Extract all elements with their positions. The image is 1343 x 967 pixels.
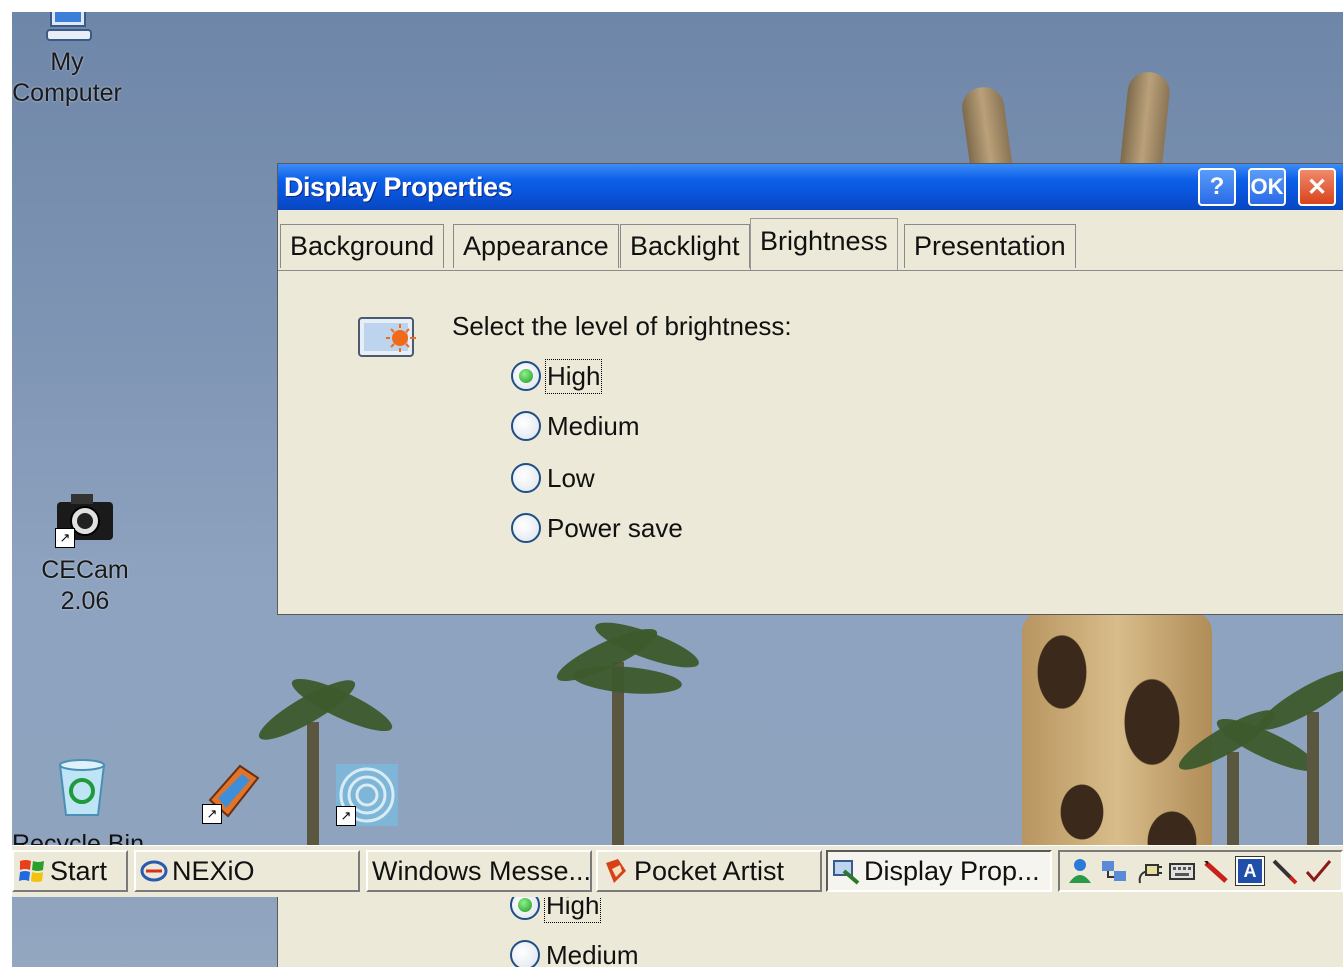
radio-option-medium[interactable]: Medium bbox=[510, 935, 638, 967]
radio-label-high[interactable]: High bbox=[543, 897, 602, 923]
input-method-icon[interactable]: A bbox=[1235, 856, 1265, 886]
radio-label-high[interactable]: High bbox=[544, 358, 603, 394]
radio-button-high[interactable] bbox=[510, 897, 540, 920]
radio-option-low[interactable]: Low bbox=[511, 458, 595, 498]
nexio-icon bbox=[140, 860, 168, 882]
display-properties-icon bbox=[833, 860, 860, 885]
radio-button-medium[interactable] bbox=[511, 411, 541, 441]
lower-partial-view: High Medium bbox=[12, 897, 1343, 967]
taskbar-item-label: NEXiO bbox=[172, 855, 255, 886]
tab-background[interactable]: Background bbox=[280, 224, 445, 268]
radio-option-high[interactable]: High bbox=[510, 897, 602, 925]
desktop-icon-paint-app[interactable]: ↗ bbox=[197, 760, 267, 824]
desktop-icon-spiral-app[interactable]: ↗ bbox=[332, 762, 402, 828]
ok-button[interactable]: OK bbox=[1248, 168, 1286, 206]
dialog-title: Display Properties bbox=[284, 172, 513, 202]
display-properties-dialog: Display Properties ? OK ✕ Background App… bbox=[277, 163, 1343, 615]
desktop-icon-label: My bbox=[50, 48, 84, 76]
radio-button-power-save[interactable] bbox=[511, 513, 541, 543]
radio-option-medium[interactable]: Medium bbox=[511, 406, 639, 446]
network-icon[interactable] bbox=[1100, 857, 1128, 885]
help-button[interactable]: ? bbox=[1198, 168, 1236, 206]
start-button[interactable]: Start bbox=[12, 850, 128, 892]
radio-button-medium[interactable] bbox=[510, 940, 540, 967]
pen-icon[interactable] bbox=[1202, 857, 1230, 885]
recycle-bin-icon bbox=[58, 759, 106, 816]
radio-button-low[interactable] bbox=[511, 463, 541, 493]
tab-brightness[interactable]: Brightness bbox=[750, 218, 898, 270]
pocket-artist-icon bbox=[606, 859, 626, 883]
shortcut-arrow-icon: ↗ bbox=[202, 804, 222, 824]
tab-strip: Background Appearance Backlight Brightne… bbox=[278, 218, 1343, 271]
desktop-icon-label-recycle-bin: Recycle Bin bbox=[12, 830, 144, 846]
wallpaper-giraffe-neck bbox=[1022, 612, 1212, 872]
desktop-icon-cecam[interactable]: ↗ CECam 2.06 bbox=[20, 488, 150, 618]
system-tray: A bbox=[1058, 850, 1343, 892]
stylus-icon[interactable] bbox=[1270, 857, 1298, 885]
radio-label-power-save[interactable]: Power save bbox=[547, 513, 683, 544]
lower-dialog-panel: High Medium bbox=[277, 897, 1343, 967]
desktop-icon-my-computer[interactable]: My Computer bbox=[12, 12, 132, 110]
desktop-icon-label: 2.06 bbox=[60, 587, 110, 615]
taskbar-item-display-properties[interactable]: Display Prop... bbox=[826, 850, 1052, 892]
input-method-letter: A bbox=[1243, 860, 1257, 881]
computer-icon bbox=[46, 12, 92, 41]
keyboard-icon[interactable] bbox=[1168, 857, 1196, 885]
desktop-icon-label: Computer bbox=[12, 79, 122, 107]
checkmark-icon[interactable] bbox=[1304, 857, 1332, 885]
taskbar-item-label: Display Prop... bbox=[864, 855, 1040, 886]
radio-label-medium[interactable]: Medium bbox=[546, 940, 638, 967]
taskbar-item-label: Windows Messe... bbox=[372, 855, 592, 886]
close-button[interactable]: ✕ bbox=[1298, 168, 1336, 206]
radio-label-medium[interactable]: Medium bbox=[547, 411, 639, 442]
user-icon[interactable] bbox=[1066, 857, 1094, 885]
taskbar-item-pocket-artist[interactable]: Pocket Artist bbox=[596, 850, 822, 892]
brightness-icon bbox=[358, 317, 416, 357]
radio-option-power-save[interactable]: Power save bbox=[511, 508, 683, 548]
radio-label-low[interactable]: Low bbox=[547, 463, 595, 494]
taskbar-item-windows-messenger[interactable]: Windows Messe... bbox=[366, 850, 592, 892]
taskbar: Start NEXiO Windows Messe... Pocket Arti… bbox=[12, 845, 1343, 898]
taskbar-item-nexio[interactable]: NEXiO bbox=[134, 850, 360, 892]
radio-button-high[interactable] bbox=[511, 361, 541, 391]
radio-option-high[interactable]: High bbox=[511, 356, 603, 396]
shortcut-arrow-icon: ↗ bbox=[336, 806, 356, 826]
desktop-icon-recycle-bin[interactable] bbox=[42, 757, 122, 819]
shortcut-arrow-icon: ↗ bbox=[55, 528, 75, 548]
dialog-titlebar[interactable]: Display Properties ? OK ✕ bbox=[278, 164, 1343, 210]
desktop-icon-label: CECam bbox=[41, 556, 129, 584]
tab-appearance[interactable]: Appearance bbox=[453, 224, 619, 268]
tab-presentation[interactable]: Presentation bbox=[904, 224, 1076, 268]
brightness-prompt: Select the level of brightness: bbox=[452, 311, 792, 341]
windows-logo-icon bbox=[19, 860, 44, 882]
power-plug-icon[interactable] bbox=[1134, 857, 1162, 885]
tab-backlight[interactable]: Backlight bbox=[620, 224, 750, 268]
taskbar-item-label: Pocket Artist bbox=[634, 855, 785, 886]
start-label: Start bbox=[50, 855, 108, 886]
